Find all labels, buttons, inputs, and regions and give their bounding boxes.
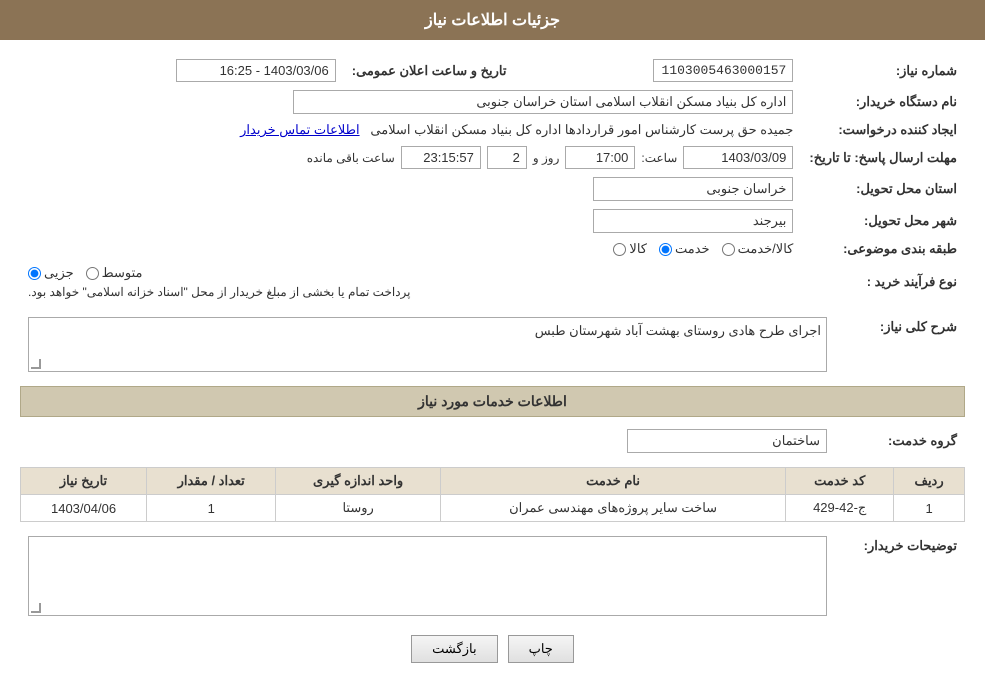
row-category: طبقه بندی موضوعی: کالا/خدمت خدمت کالا: [20, 237, 965, 261]
buyer-org-label: نام دستگاه خریدار:: [801, 86, 965, 118]
row-purchase-type: نوع فرآیند خرید : متوسط جزیی: [20, 261, 965, 303]
buyer-desc-label: توضیحات خریدار:: [835, 532, 965, 620]
row-city: شهر محل تحویل: بیرجند: [20, 205, 965, 237]
col-unit: واحد اندازه گیری: [276, 468, 441, 495]
purchase-type-container: متوسط جزیی پرداخت تمام یا بخشی از مبلغ خ…: [28, 265, 793, 299]
row-buyer-desc: توضیحات خریدار:: [20, 532, 965, 620]
buttons-row: بازگشت چاپ: [20, 635, 965, 663]
buyer-org-value: اداره کل بنیاد مسکن انقلاب اسلامی استان …: [293, 90, 793, 114]
category-option-kala[interactable]: کالا: [613, 241, 647, 257]
response-day-label: روز و: [533, 151, 560, 165]
buyer-desc-resize: [31, 603, 41, 613]
category-option-kala-khedmat[interactable]: کالا/خدمت: [722, 241, 794, 257]
table-row: 1ج-42-429ساخت سایر پروژه‌های مهندسی عمرا…: [21, 495, 965, 522]
purchase-radio-jozi[interactable]: [28, 267, 41, 280]
purchase-label-motavaset: متوسط: [102, 265, 143, 281]
row-notice-number: شماره نیاز: 1103005463000157 تاریخ و ساع…: [20, 55, 965, 86]
cell-date: 1403/04/06: [21, 495, 147, 522]
buyer-desc-table: توضیحات خریدار:: [20, 532, 965, 620]
services-table: ردیف کد خدمت نام خدمت واحد اندازه گیری ت…: [20, 467, 965, 522]
description-value: اجرای طرح هادی روستای بهشت آباد شهرستان …: [535, 323, 821, 338]
response-deadline-label: مهلت ارسال پاسخ: تا تاریخ:: [801, 142, 965, 173]
service-group-value: ساختمان: [627, 429, 827, 453]
cell-name: ساخت سایر پروژه‌های مهندسی عمران: [440, 495, 785, 522]
response-date: 1403/03/09: [683, 146, 793, 169]
purchase-radio-motavaset[interactable]: [86, 267, 99, 280]
category-label-kala-khedmat: کالا/خدمت: [738, 241, 794, 257]
category-label: طبقه بندی موضوعی:: [801, 237, 965, 261]
notice-number-label: شماره نیاز:: [801, 55, 965, 86]
services-section-title: اطلاعات خدمات مورد نیاز: [20, 386, 965, 417]
purchase-type-radio-group: متوسط جزیی: [28, 265, 143, 281]
category-label-khedmat: خدمت: [675, 241, 710, 257]
buyer-desc-box[interactable]: [28, 536, 827, 616]
purchase-option-jozi[interactable]: جزیی: [28, 265, 74, 281]
col-code: کد خدمت: [786, 468, 894, 495]
category-label-kala: کالا: [629, 241, 647, 257]
page-title: جزئیات اطلاعات نیاز: [425, 12, 560, 29]
timing-row: 1403/03/09 ساعت: 17:00 روز و 2 23:15:57 …: [28, 146, 793, 169]
description-label: شرح کلی نیاز:: [835, 313, 965, 376]
content-area: شماره نیاز: 1103005463000157 تاریخ و ساع…: [0, 40, 985, 693]
cell-quantity: 1: [147, 495, 276, 522]
col-date: تاریخ نیاز: [21, 468, 147, 495]
service-group-table: گروه خدمت: ساختمان: [20, 425, 965, 457]
service-group-label: گروه خدمت:: [835, 425, 965, 457]
response-days: 2: [487, 146, 527, 169]
services-table-body: 1ج-42-429ساخت سایر پروژه‌های مهندسی عمرا…: [21, 495, 965, 522]
category-option-khedmat[interactable]: خدمت: [659, 241, 710, 257]
response-time: 17:00: [565, 146, 635, 169]
province-label: استان محل تحویل:: [801, 173, 965, 205]
category-radio-kala-khedmat[interactable]: [722, 243, 735, 256]
city-value: بیرجند: [593, 209, 793, 233]
col-index: ردیف: [894, 468, 965, 495]
category-radio-group: کالا/خدمت خدمت کالا: [613, 241, 793, 257]
row-buyer-org: نام دستگاه خریدار: اداره کل بنیاد مسکن ا…: [20, 86, 965, 118]
category-radio-kala[interactable]: [613, 243, 626, 256]
response-remaining-label: ساعت باقی مانده: [307, 151, 395, 165]
creator-contact-link[interactable]: اطلاعات تماس خریدار: [240, 122, 359, 137]
services-table-header: ردیف کد خدمت نام خدمت واحد اندازه گیری ت…: [21, 468, 965, 495]
purchase-type-label: نوع فرآیند خرید :: [801, 261, 965, 303]
row-province: استان محل تحویل: خراسان جنوبی: [20, 173, 965, 205]
services-header-row: ردیف کد خدمت نام خدمت واحد اندازه گیری ت…: [21, 468, 965, 495]
purchase-option-motavaset[interactable]: متوسط: [86, 265, 143, 281]
row-creator: ایجاد کننده درخواست: جمیده حق پرست کارشن…: [20, 118, 965, 142]
print-button[interactable]: چاپ: [508, 635, 574, 663]
city-label: شهر محل تحویل:: [801, 205, 965, 237]
row-description: شرح کلی نیاز: اجرای طرح هادی روستای بهشت…: [20, 313, 965, 376]
response-remaining: 23:15:57: [401, 146, 481, 169]
page-wrapper: جزئیات اطلاعات نیاز شماره نیاز: 11030054…: [0, 0, 985, 693]
back-button[interactable]: بازگشت: [411, 635, 497, 663]
col-name: نام خدمت: [440, 468, 785, 495]
purchase-label-jozi: جزیی: [44, 265, 74, 281]
info-table: شماره نیاز: 1103005463000157 تاریخ و ساع…: [20, 55, 965, 303]
creator-label: ایجاد کننده درخواست:: [801, 118, 965, 142]
cell-unit: روستا: [276, 495, 441, 522]
announcement-date-value: 1403/03/06 - 16:25: [176, 59, 336, 82]
category-radio-khedmat[interactable]: [659, 243, 672, 256]
description-box[interactable]: اجرای طرح هادی روستای بهشت آباد شهرستان …: [28, 317, 827, 372]
response-time-label: ساعت:: [641, 151, 677, 165]
announcement-date-label: تاریخ و ساعت اعلان عمومی:: [344, 55, 515, 86]
row-service-group: گروه خدمت: ساختمان: [20, 425, 965, 457]
notice-number-value: 1103005463000157: [653, 59, 793, 82]
description-table: شرح کلی نیاز: اجرای طرح هادی روستای بهشت…: [20, 313, 965, 376]
resize-handle: [31, 359, 41, 369]
page-header: جزئیات اطلاعات نیاز: [0, 0, 985, 40]
creator-value: جمیده حق پرست کارشناس امور قراردادها ادا…: [370, 122, 793, 137]
cell-index: 1: [894, 495, 965, 522]
col-quantity: تعداد / مقدار: [147, 468, 276, 495]
purchase-notice: پرداخت تمام یا بخشی از مبلغ خریدار از مح…: [28, 285, 411, 299]
row-response-deadline: مهلت ارسال پاسخ: تا تاریخ: 1403/03/09 سا…: [20, 142, 965, 173]
cell-code: ج-42-429: [786, 495, 894, 522]
province-value: خراسان جنوبی: [593, 177, 793, 201]
